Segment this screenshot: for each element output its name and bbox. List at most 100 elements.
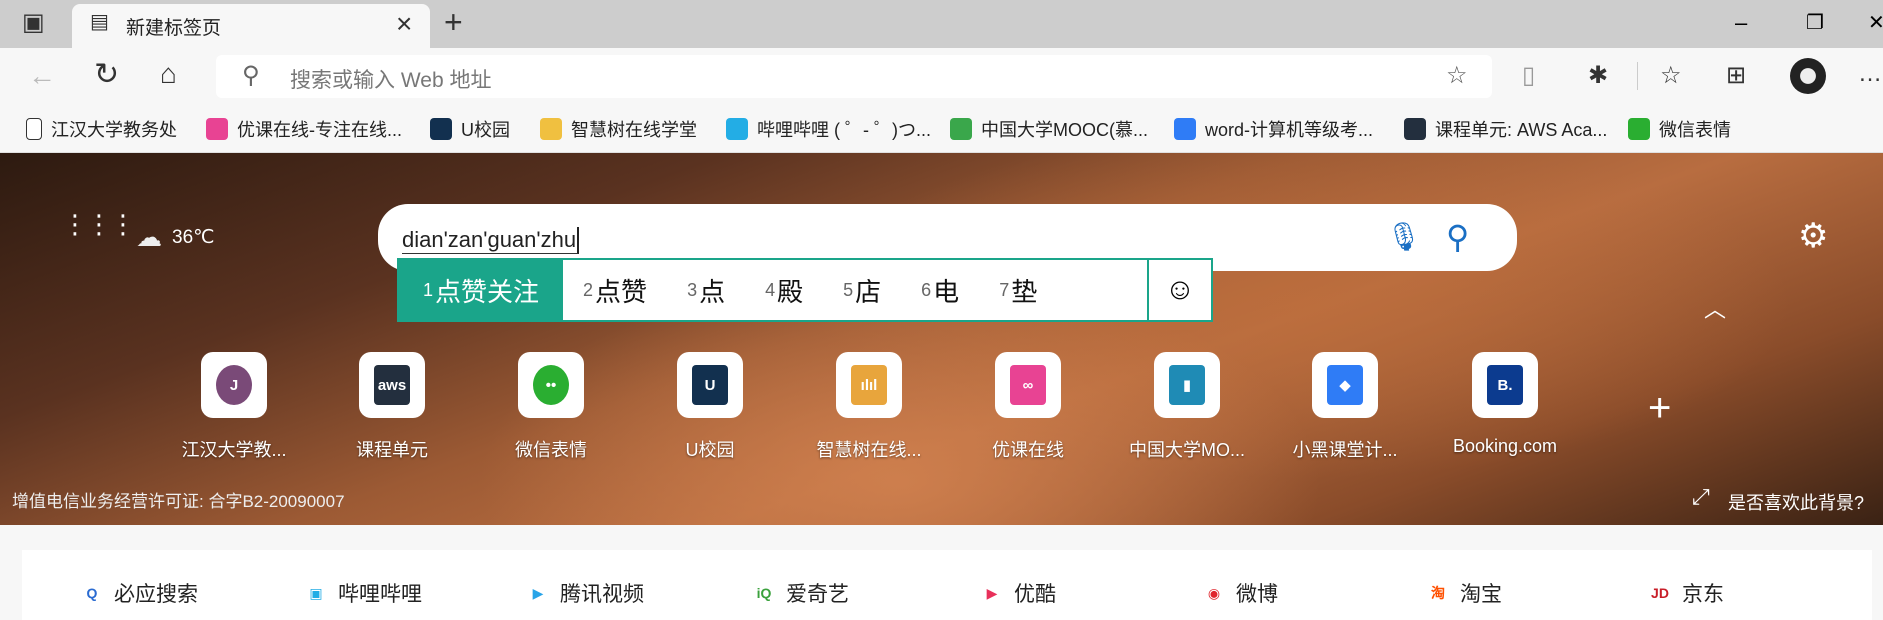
top-site-tile[interactable]: J 江汉大学教... [154,352,314,462]
favorite-add-icon[interactable]: ☆ [1446,64,1468,88]
bookmark-label: 课程单元: AWS Aca... [1435,120,1608,140]
quick-link[interactable]: JD 京东 [1648,578,1724,608]
site-icon: U [677,352,743,418]
quick-link-icon: iQ [756,585,772,601]
site-label: 中国大学MO... [1129,440,1245,460]
bookmark-item[interactable]: 智慧树在线学堂 [540,113,697,145]
minimize-button[interactable]: – [1735,10,1747,36]
add-site-button[interactable]: + [1648,386,1671,431]
settings-gear-icon[interactable]: ⚙ [1798,216,1828,256]
top-site-tile[interactable]: aws 课程单元 [312,352,472,462]
top-site-tile[interactable]: ılıl 智慧树在线... [789,352,949,462]
home-icon[interactable]: ⌂ [160,60,177,88]
candidate-text: 点赞 [595,276,648,307]
close-window-button[interactable]: ✕ [1868,10,1883,35]
bookmark-label: U校园 [461,120,510,140]
ime-candidate[interactable]: 2 点赞 [563,260,667,320]
site-label: 小黑课堂计... [1292,440,1398,460]
quick-link[interactable]: ▣ 哔哩哔哩 [304,578,422,608]
site-glyph: ▮ [1169,365,1205,405]
tab-close-button[interactable]: × [396,8,412,40]
bookmark-item[interactable]: 课程单元: AWS Aca... [1404,113,1607,145]
site-label: U校园 [685,440,735,460]
candidate-text: 点赞关注 [435,276,540,307]
bookmark-label: 智慧树在线学堂 [571,120,697,140]
bookmark-label: 中国大学MOOC(慕... [981,120,1148,140]
site-glyph: ∞ [1010,365,1046,405]
site-label: 优课在线 [992,440,1064,460]
candidate-number: 4 [765,279,776,300]
quick-link[interactable]: 淘淘宝 [1426,578,1502,608]
refresh-icon[interactable]: ↻ [94,60,119,90]
quick-link[interactable]: ▶ 腾讯视频 [526,578,644,608]
like-background-link[interactable]: 是否喜欢此背景? [1728,489,1864,515]
search-input[interactable]: dian'zan'guan'zhu [402,227,580,254]
collections-icon[interactable]: ⊞ [1726,64,1746,88]
bookmark-label: 哔哩哔哩 ( ゜- ゜)つ... [757,120,931,140]
site-glyph: aws [374,365,410,405]
apps-grid-icon[interactable]: ⋮⋮⋮ [62,211,136,237]
bookmark-label: 微信表情 [1659,120,1731,140]
ime-candidate[interactable]: 4殿 [745,260,823,320]
more-icon[interactable]: … [1858,62,1882,86]
back-icon[interactable]: ← [28,62,56,90]
candidate-text: 殿 [777,276,804,307]
maximize-button[interactable]: ❐ [1806,10,1824,35]
bookmark-item[interactable]: 哔哩哔哩 ( ゜- ゜)つ... [726,113,931,145]
search-submit-icon[interactable]: ⚲ [1446,218,1469,256]
bookmark-item[interactable]: U校园 [430,113,510,145]
bookmark-item[interactable]: 微信表情 [1628,113,1731,145]
bookmark-item[interactable]: 中国大学MOOC(慕... [950,113,1148,145]
candidate-text: 店 [855,276,882,307]
quick-link-label: 淘宝 [1460,583,1502,606]
microphone-icon[interactable]: 🎙︎ [1386,220,1422,253]
site-label: Booking.com [1452,436,1558,456]
collapse-chevron-icon[interactable]: ︿ [1704,292,1726,324]
top-site-tile[interactable]: U U校园 [630,352,790,462]
tab-actions-icon[interactable]: ▣ [22,11,45,35]
weather-temp[interactable]: 36℃ [172,226,214,249]
bookmark-item[interactable]: 优课在线-专注在线... [206,113,402,145]
quick-link-label: 京东 [1682,583,1724,606]
quick-link[interactable]: ◉ 微博 [1202,578,1278,608]
bookmark-favicon-icon [430,118,452,140]
favorites-icon[interactable]: ☆ [1660,64,1682,88]
license-text[interactable]: 增值电信业务经营许可证: 合字B2-20090007 [12,487,345,512]
site-icon: B. [1472,352,1538,418]
divider [1637,62,1638,90]
site-glyph: J [216,365,252,405]
top-site-tile[interactable]: ▮ 中国大学MO... [1107,352,1267,462]
candidate-number: 6 [921,279,932,300]
bookmark-item[interactable]: 江汉大学教务处 [26,113,177,145]
site-label: 课程单元 [356,440,428,460]
quick-link[interactable]: Q 必应搜索 [80,578,198,608]
expand-icon[interactable]: ⤢ [1692,484,1710,510]
site-label: 微信表情 [515,440,587,460]
quick-link[interactable]: ▶ 优酷 [980,578,1056,608]
quick-link-icon: Q [86,585,98,601]
reading-icon[interactable]: ▯ [1522,64,1535,88]
top-site-tile[interactable]: •• 微信表情 [471,352,631,462]
ime-candidate[interactable]: 5店 [823,260,901,320]
emoji-icon[interactable]: ☺ [1147,260,1211,320]
avatar[interactable] [1790,58,1826,94]
bookmark-favicon-icon [950,118,972,140]
top-site-tile[interactable]: B. Booking.com [1425,352,1585,457]
quick-link[interactable]: iQ 爱奇艺 [752,578,849,608]
ime-candidate[interactable]: 1 点赞关注 [399,260,564,320]
new-tab-button[interactable]: + [444,4,463,41]
bookmark-favicon-icon [1404,118,1426,140]
ime-candidate[interactable]: 6电 [901,260,979,320]
site-icon: •• [518,352,584,418]
bookmark-item[interactable]: word-计算机等级考... [1174,113,1373,145]
top-site-tile[interactable]: ◆ 小黑课堂计... [1265,352,1425,462]
ime-candidate[interactable]: 3点 [667,260,745,320]
site-icon: ılıl [836,352,902,418]
site-icon: aws [359,352,425,418]
quick-link-icon: ▶ [986,584,998,601]
weather-icon: ☁ [136,222,162,252]
bookmark-favicon-icon [206,118,228,140]
ime-candidate[interactable]: 7垫 [979,260,1057,320]
top-site-tile[interactable]: ∞ 优课在线 [948,352,1108,462]
extensions-icon[interactable]: ✱ [1588,64,1608,88]
